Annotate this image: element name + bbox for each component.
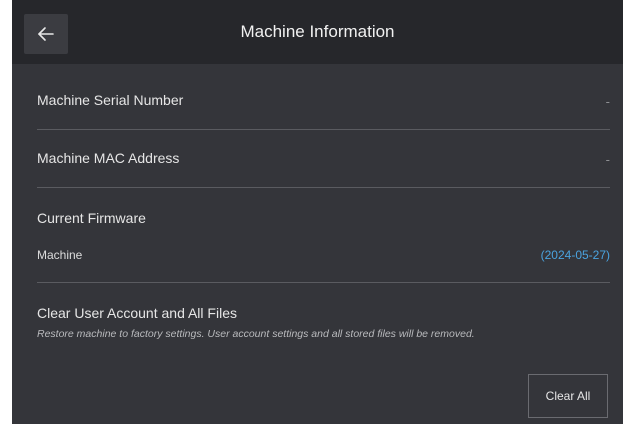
- back-button[interactable]: [24, 14, 68, 54]
- current-firmware-label: Current Firmware: [37, 210, 146, 226]
- header-bar: Machine Information: [12, 0, 623, 64]
- serial-number-label: Machine Serial Number: [37, 92, 184, 108]
- firmware-machine-label: Machine: [37, 248, 83, 262]
- mac-address-label: Machine MAC Address: [37, 150, 180, 166]
- mac-address-value: -: [605, 152, 610, 167]
- serial-number-value: -: [605, 94, 610, 109]
- firmware-machine-version: (2024-05-27): [540, 248, 610, 262]
- page-title: Machine Information: [240, 22, 395, 41]
- divider: [37, 187, 610, 188]
- divider: [37, 282, 610, 283]
- arrow-left-icon: [38, 27, 54, 41]
- machine-information-screen: Machine Information Machine Serial Numbe…: [12, 0, 623, 424]
- clear-all-button[interactable]: Clear All: [528, 374, 608, 418]
- divider: [37, 129, 610, 130]
- clear-account-label: Clear User Account and All Files: [37, 305, 237, 321]
- clear-account-description: Restore machine to factory settings. Use…: [37, 328, 475, 340]
